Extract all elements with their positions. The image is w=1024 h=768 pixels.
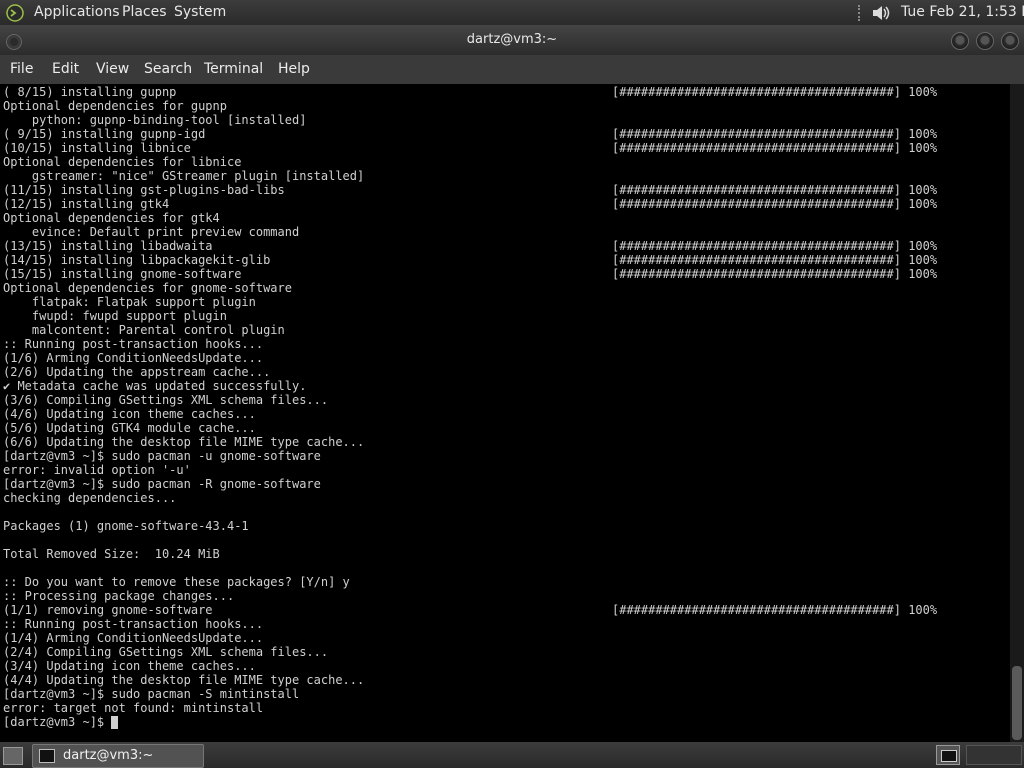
show-desktop-icon[interactable] bbox=[3, 747, 23, 765]
terminal-line: (11/15) installing gst-plugins-bad-libs bbox=[3, 183, 285, 197]
terminal-line: (13/15) installing libadwaita bbox=[3, 239, 213, 253]
terminal-line: (2/6) Updating the appstream cache... bbox=[3, 365, 271, 379]
progress-bar-text: [######################################]… bbox=[612, 239, 938, 253]
terminal-line: :: Running post-transaction hooks... bbox=[3, 617, 264, 631]
terminal-line: (6/6) Updating the desktop file MIME typ… bbox=[3, 435, 365, 449]
terminal-line: [dartz@vm3 ~]$ sudo pacman -S mintinstal… bbox=[3, 687, 300, 701]
progress-bar-text: [######################################]… bbox=[612, 183, 938, 197]
terminal-line: (1/1) removing gnome-software bbox=[3, 603, 213, 617]
clock[interactable]: Tue Feb 21, 1:53 PM bbox=[901, 0, 1024, 25]
terminal-line: (3/4) Updating icon theme caches... bbox=[3, 659, 256, 673]
terminal-menu[interactable]: Terminal bbox=[204, 55, 263, 84]
workspace-window-icon bbox=[941, 750, 957, 762]
terminal-line: evince: Default print preview command bbox=[3, 225, 300, 239]
progress-bar-text: [######################################]… bbox=[612, 141, 938, 155]
terminal-line: (1/6) Arming ConditionNeedsUpdate... bbox=[3, 351, 264, 365]
workspace-switcher-1[interactable] bbox=[936, 745, 960, 765]
terminal-line: (4/4) Updating the desktop file MIME typ… bbox=[3, 673, 365, 687]
file-menu[interactable]: File bbox=[10, 55, 33, 84]
terminal-line: ✔ Metadata cache was updated successfull… bbox=[3, 379, 307, 393]
terminal-line: Total Removed Size: 10.24 MiB bbox=[3, 547, 220, 561]
panel-handle[interactable] bbox=[858, 5, 864, 21]
terminal-line: (4/6) Updating icon theme caches... bbox=[3, 407, 256, 421]
view-menu[interactable]: View bbox=[96, 55, 129, 84]
terminal-line: :: Processing package changes... bbox=[3, 589, 235, 603]
progress-bar-text: [######################################]… bbox=[612, 127, 938, 141]
terminal-line: python: gupnp-binding-tool [installed] bbox=[3, 113, 307, 127]
edit-menu[interactable]: Edit bbox=[52, 55, 79, 84]
terminal-line: Optional dependencies for gnome-software bbox=[3, 281, 292, 295]
top-panel: Applications Places System Tue Feb 21, 1… bbox=[0, 0, 1024, 25]
terminal-line: Optional dependencies for gupnp bbox=[3, 99, 227, 113]
search-menu[interactable]: Search bbox=[144, 55, 192, 84]
terminal-line: [dartz@vm3 ~]$ sudo pacman -u gnome-soft… bbox=[3, 449, 321, 463]
terminal-menubar: File Edit View Search Terminal Help bbox=[0, 55, 1024, 84]
terminal-line: (5/6) Updating GTK4 module cache... bbox=[3, 421, 256, 435]
terminal-line: error: target not found: mintinstall bbox=[3, 701, 264, 715]
terminal-line: gstreamer: "nice" GStreamer plugin [inst… bbox=[3, 169, 365, 183]
help-menu[interactable]: Help bbox=[278, 55, 310, 84]
volume-icon[interactable] bbox=[870, 3, 892, 23]
terminal-cursor bbox=[111, 716, 119, 729]
applications-logo-icon[interactable] bbox=[6, 4, 24, 22]
terminal-line: malcontent: Parental control plugin bbox=[3, 323, 285, 337]
maximize-button[interactable] bbox=[976, 32, 994, 50]
minimize-button[interactable] bbox=[951, 32, 969, 50]
taskbar-item-terminal[interactable]: dartz@vm3:~ bbox=[32, 744, 204, 768]
terminal-line: fwupd: fwupd support plugin bbox=[3, 309, 227, 323]
terminal-line: checking dependencies... bbox=[3, 491, 177, 505]
progress-bar-text: [######################################]… bbox=[612, 253, 938, 267]
terminal-line: (1/4) Arming ConditionNeedsUpdate... bbox=[3, 631, 264, 645]
terminal-line: [dartz@vm3 ~]$ sudo pacman -R gnome-soft… bbox=[3, 477, 321, 491]
terminal-line: error: invalid option '-u' bbox=[3, 463, 191, 477]
terminal-output[interactable]: ( 8/15) installing gupnp Optional depende… bbox=[0, 84, 1010, 742]
terminal-line: (3/6) Compiling GSettings XML schema fil… bbox=[3, 393, 329, 407]
progress-bar-text: [######################################]… bbox=[612, 197, 938, 211]
taskbar-item-label: dartz@vm3:~ bbox=[63, 748, 154, 763]
terminal-scrollbar[interactable] bbox=[1010, 84, 1024, 742]
terminal-line: Optional dependencies for libnice bbox=[3, 155, 242, 169]
terminal-line: Packages (1) gnome-software-43.4-1 bbox=[3, 519, 249, 533]
terminal-line: (10/15) installing libnice bbox=[3, 141, 191, 155]
terminal-icon bbox=[39, 749, 55, 763]
progress-bar-text: [######################################]… bbox=[612, 85, 938, 99]
terminal-line: ( 9/15) installing gupnp-igd bbox=[3, 127, 206, 141]
places-menu[interactable]: Places bbox=[122, 0, 167, 25]
workspace-switcher-2[interactable] bbox=[966, 745, 1022, 765]
close-button[interactable] bbox=[1001, 32, 1019, 50]
progress-bar-text: [######################################]… bbox=[612, 267, 938, 281]
scrollbar-thumb[interactable] bbox=[1012, 666, 1022, 740]
terminal-line: :: Running post-transaction hooks... bbox=[3, 337, 264, 351]
terminal-line: ( 8/15) installing gupnp bbox=[3, 85, 177, 99]
applications-menu[interactable]: Applications bbox=[34, 0, 120, 25]
bottom-panel: dartz@vm3:~ bbox=[0, 742, 1024, 768]
terminal-line: flatpak: Flatpak support plugin bbox=[3, 295, 256, 309]
window-title: dartz@vm3:~ bbox=[466, 32, 558, 47]
terminal-line: Optional dependencies for gtk4 bbox=[3, 211, 220, 225]
terminal-line: [dartz@vm3 ~]$ bbox=[3, 715, 112, 729]
terminal-line: (14/15) installing libpackagekit-glib bbox=[3, 253, 271, 267]
terminal-line: (15/15) installing gnome-software bbox=[3, 267, 242, 281]
progress-bar-text: [######################################]… bbox=[612, 603, 938, 617]
terminal-line: (2/4) Compiling GSettings XML schema fil… bbox=[3, 645, 329, 659]
terminal-line: :: Do you want to remove these packages?… bbox=[3, 575, 350, 589]
terminal-line: (12/15) installing gtk4 bbox=[3, 197, 170, 211]
window-titlebar[interactable]: dartz@vm3:~ bbox=[0, 25, 1024, 55]
system-menu[interactable]: System bbox=[174, 0, 226, 25]
